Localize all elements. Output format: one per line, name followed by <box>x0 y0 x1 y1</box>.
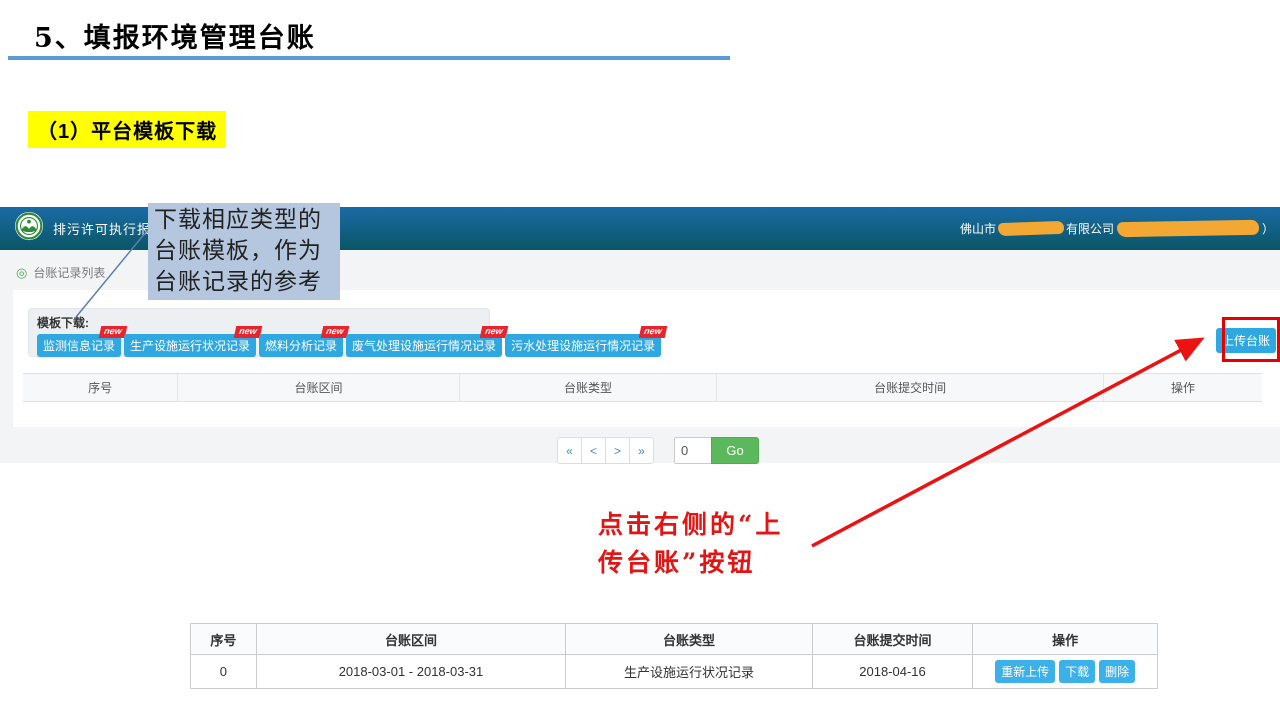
red-annotation-line: 传台账”按钮 <box>598 544 783 582</box>
slide: 5、填报环境管理台账 （1）平台模板下载 排污许可执行报告 佛山市 有限公司 <box>0 0 1280 720</box>
app-logo-icon <box>14 211 44 246</box>
template-download-panel: 模板下载: 监测信息记录 new 生产设施运行状况记录 new 燃料分析记录 n… <box>28 308 490 357</box>
reupload-button[interactable]: 重新上传 <box>995 660 1055 683</box>
template-button-exhaust[interactable]: 废气处理设施运行情况记录 new <box>346 334 502 357</box>
callout-box: 下载相应类型的 台账模板，作为 台账记录的参考 <box>148 203 340 300</box>
col-header-actions: 操作 <box>973 624 1158 655</box>
cell-period: 2018-03-01 - 2018-03-31 <box>256 655 565 689</box>
redaction-blob <box>998 221 1064 236</box>
content-card: 模板下载: 监测信息记录 new 生产设施运行状况记录 new 燃料分析记录 n… <box>13 290 1280 427</box>
cell-no: 0 <box>191 655 257 689</box>
col-header-no: 序号 <box>191 624 257 655</box>
new-badge: new <box>320 326 348 338</box>
cell-actions: 重新上传 下载 删除 <box>973 655 1158 689</box>
red-highlight-box <box>1222 317 1280 362</box>
col-header-submit-time: 台账提交时间 <box>717 374 1104 402</box>
new-badge: new <box>479 326 507 338</box>
company-middle: 有限公司 <box>1066 220 1114 237</box>
col-header-type: 台账类型 <box>566 624 813 655</box>
download-button[interactable]: 下载 <box>1059 660 1095 683</box>
template-button-monitoring[interactable]: 监测信息记录 new <box>37 334 121 357</box>
pagination-last-button[interactable]: » <box>629 437 654 464</box>
title-underline <box>8 56 730 60</box>
pagination-first-button[interactable]: « <box>557 437 582 464</box>
red-annotation-text: 点击右侧的“上 传台账”按钮 <box>598 506 783 582</box>
company-prefix: 佛山市 <box>960 220 996 237</box>
pagination: « < > » Go <box>557 437 759 464</box>
col-header-period: 台账区间 <box>256 624 565 655</box>
callout-line: 台账记录的参考 <box>154 267 340 298</box>
result-table: 序号 台账区间 台账类型 台账提交时间 操作 0 2018-03-01 - 20… <box>190 623 1158 689</box>
col-header-type: 台账类型 <box>459 374 717 402</box>
page-title: 5、填报环境管理台账 <box>34 16 316 55</box>
table-header-row: 序号 台账区间 台账类型 台账提交时间 操作 <box>23 374 1262 402</box>
pagination-next-button[interactable]: > <box>605 437 630 464</box>
col-header-no: 序号 <box>23 374 178 402</box>
pagination-prev-button[interactable]: < <box>581 437 606 464</box>
section-label: （1）平台模板下载 <box>28 111 226 148</box>
callout-line: 下载相应类型的 <box>154 205 340 236</box>
col-header-period: 台账区间 <box>178 374 459 402</box>
template-button-wastewater[interactable]: 污水处理设施运行情况记录 new <box>505 334 661 357</box>
col-header-actions: 操作 <box>1103 374 1262 402</box>
new-badge: new <box>98 326 126 338</box>
delete-button[interactable]: 删除 <box>1099 660 1135 683</box>
new-badge: new <box>638 326 666 338</box>
red-annotation-line: 点击右侧的“上 <box>598 506 783 544</box>
page-number-input[interactable] <box>674 437 712 464</box>
go-button[interactable]: Go <box>711 437 759 464</box>
new-badge: new <box>233 326 261 338</box>
redaction-blob <box>1117 220 1259 237</box>
breadcrumb: ◎ 台账记录列表 <box>16 264 105 281</box>
template-button-row: 监测信息记录 new 生产设施运行状况记录 new 燃料分析记录 new 废气处… <box>37 334 481 357</box>
breadcrumb-label: 台账记录列表 <box>33 264 105 281</box>
company-name: 佛山市 有限公司 ） <box>960 207 1274 250</box>
table-row: 0 2018-03-01 - 2018-03-31 生产设施运行状况记录 201… <box>191 655 1158 689</box>
ledger-table: 序号 台账区间 台账类型 台账提交时间 操作 <box>23 373 1262 402</box>
cell-submit-time: 2018-04-16 <box>812 655 973 689</box>
location-circle-icon: ◎ <box>16 266 27 279</box>
template-button-production[interactable]: 生产设施运行状况记录 new <box>124 334 256 357</box>
template-button-fuel[interactable]: 燃料分析记录 new <box>259 334 343 357</box>
callout-line: 台账模板，作为 <box>154 236 340 267</box>
company-suffix: ） <box>1262 220 1274 237</box>
cell-type: 生产设施运行状况记录 <box>566 655 813 689</box>
col-header-submit-time: 台账提交时间 <box>812 624 973 655</box>
result-header-row: 序号 台账区间 台账类型 台账提交时间 操作 <box>191 624 1158 655</box>
